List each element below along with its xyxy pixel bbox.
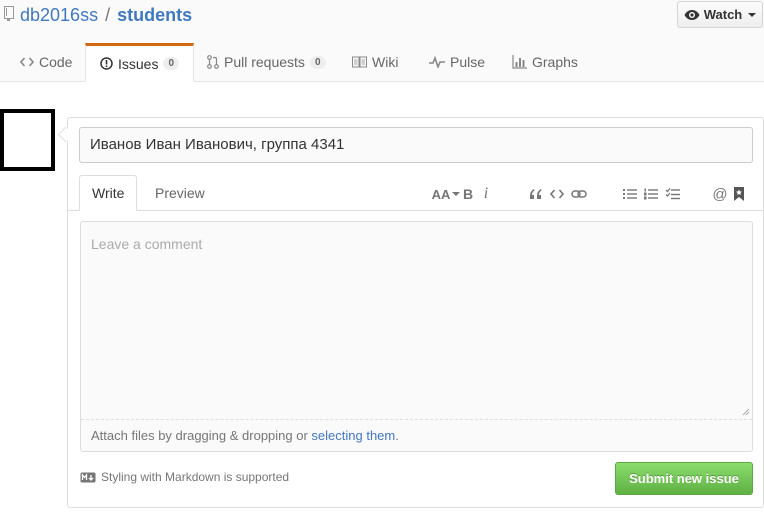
watch-label: Watch xyxy=(703,7,743,22)
tab-pulse-label: Pulse xyxy=(450,54,486,70)
graph-icon xyxy=(512,55,527,69)
markdown-toolbar-insert xyxy=(526,184,590,204)
ordered-list-button[interactable] xyxy=(640,188,662,200)
link-button[interactable] xyxy=(568,188,590,200)
tab-wiki[interactable]: Wiki xyxy=(352,43,398,81)
issue-opened-icon xyxy=(100,57,113,70)
repo-owner-link[interactable]: db2016ss xyxy=(20,5,98,25)
code-button[interactable] xyxy=(546,188,568,200)
markdown-toolbar-extra: @ xyxy=(710,184,748,204)
tab-code-label: Code xyxy=(39,54,73,70)
unordered-list-button[interactable] xyxy=(620,188,640,200)
issues-counter: 0 xyxy=(163,57,180,70)
title-separator: / xyxy=(105,5,111,25)
mention-button[interactable]: @ xyxy=(710,186,730,203)
repo-header: db2016ss / students Watch Code Issues 0 … xyxy=(0,0,764,82)
repo-title: db2016ss / students xyxy=(20,5,192,26)
select-files-link[interactable]: selecting them xyxy=(311,428,395,443)
pull-requests-counter: 0 xyxy=(309,55,326,69)
watch-button[interactable]: Watch xyxy=(677,1,763,28)
tab-write[interactable]: Write xyxy=(79,175,138,211)
list-ordered-icon xyxy=(644,188,658,200)
italic-button[interactable]: i xyxy=(476,185,496,203)
eye-icon xyxy=(684,9,700,20)
tab-graphs[interactable]: Graphs xyxy=(512,43,578,81)
tab-preview[interactable]: Preview xyxy=(143,175,217,211)
markdown-support-note[interactable]: Styling with Markdown is supported xyxy=(80,470,289,484)
task-list-button[interactable] xyxy=(662,188,684,200)
submit-new-issue-button[interactable]: Submit new issue xyxy=(615,462,753,495)
attach-files-hint: Attach files by dragging & dropping or s… xyxy=(91,428,399,443)
tab-issues-label: Issues xyxy=(118,55,159,72)
tab-code[interactable]: Code xyxy=(20,43,72,81)
saved-replies-button[interactable] xyxy=(730,187,748,201)
resize-grip-icon[interactable] xyxy=(742,408,750,416)
tab-pulse[interactable]: Pulse xyxy=(429,43,485,81)
book-icon xyxy=(352,56,367,68)
tab-graphs-label: Graphs xyxy=(532,54,578,70)
avatar[interactable] xyxy=(0,109,55,171)
markdown-toolbar-lists xyxy=(620,184,684,204)
attach-files-text: Attach files by dragging & dropping or xyxy=(91,428,312,443)
header-text-label: AA xyxy=(431,186,451,202)
attach-files-end: . xyxy=(395,428,399,443)
comment-placeholder: Leave a comment xyxy=(91,236,203,252)
repo-icon xyxy=(4,6,14,21)
markdown-icon xyxy=(80,472,96,482)
repo-name-link[interactable]: students xyxy=(117,5,192,25)
markdown-support-label: Styling with Markdown is supported xyxy=(101,470,290,484)
git-pull-request-icon xyxy=(207,55,219,69)
list-unordered-icon xyxy=(623,189,637,199)
chevron-down-icon xyxy=(748,12,757,17)
repo-nav: Code Issues 0 Pull requests 0 Wiki Pulse… xyxy=(0,43,764,82)
tab-pull-requests-label: Pull requests xyxy=(224,54,305,70)
bookmark-icon xyxy=(734,187,744,201)
bold-button[interactable]: B xyxy=(460,186,476,202)
tasklist-icon xyxy=(665,188,680,200)
drag-drop-divider xyxy=(81,419,752,420)
quote-icon xyxy=(530,189,542,199)
issue-title-input[interactable]: Иванов Иван Иванович, группа 4341 xyxy=(79,127,753,163)
tab-wiki-label: Wiki xyxy=(372,54,399,70)
tab-issues[interactable]: Issues 0 xyxy=(85,43,195,82)
markdown-toolbar: AA B i xyxy=(432,184,496,204)
code-icon xyxy=(20,57,34,67)
link-icon xyxy=(571,190,587,198)
pulse-icon xyxy=(429,56,445,68)
tab-pull-requests[interactable]: Pull requests 0 xyxy=(207,43,326,81)
code-icon xyxy=(550,189,564,199)
comment-textarea[interactable]: Leave a comment Attach files by dragging… xyxy=(80,221,753,452)
quote-button[interactable] xyxy=(526,188,546,200)
header-text-button[interactable]: AA xyxy=(431,186,461,202)
